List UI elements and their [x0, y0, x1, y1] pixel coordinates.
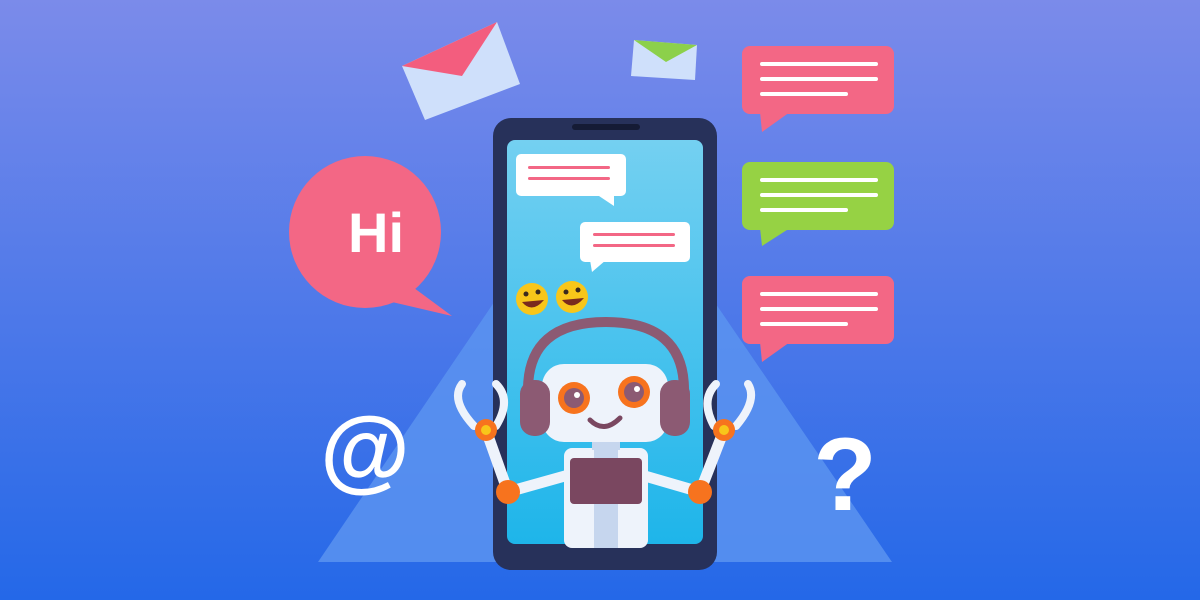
envelope-icon — [631, 40, 697, 80]
at-sign-icon: @ — [320, 399, 410, 501]
emoji-icon — [556, 281, 588, 313]
question-mark-icon: ? — [813, 417, 877, 533]
hi-text: Hi — [348, 200, 404, 264]
emoji-icon — [516, 283, 548, 315]
illustration: Hi @ ? — [0, 0, 1200, 600]
chatbot-illustration — [0, 0, 1200, 600]
